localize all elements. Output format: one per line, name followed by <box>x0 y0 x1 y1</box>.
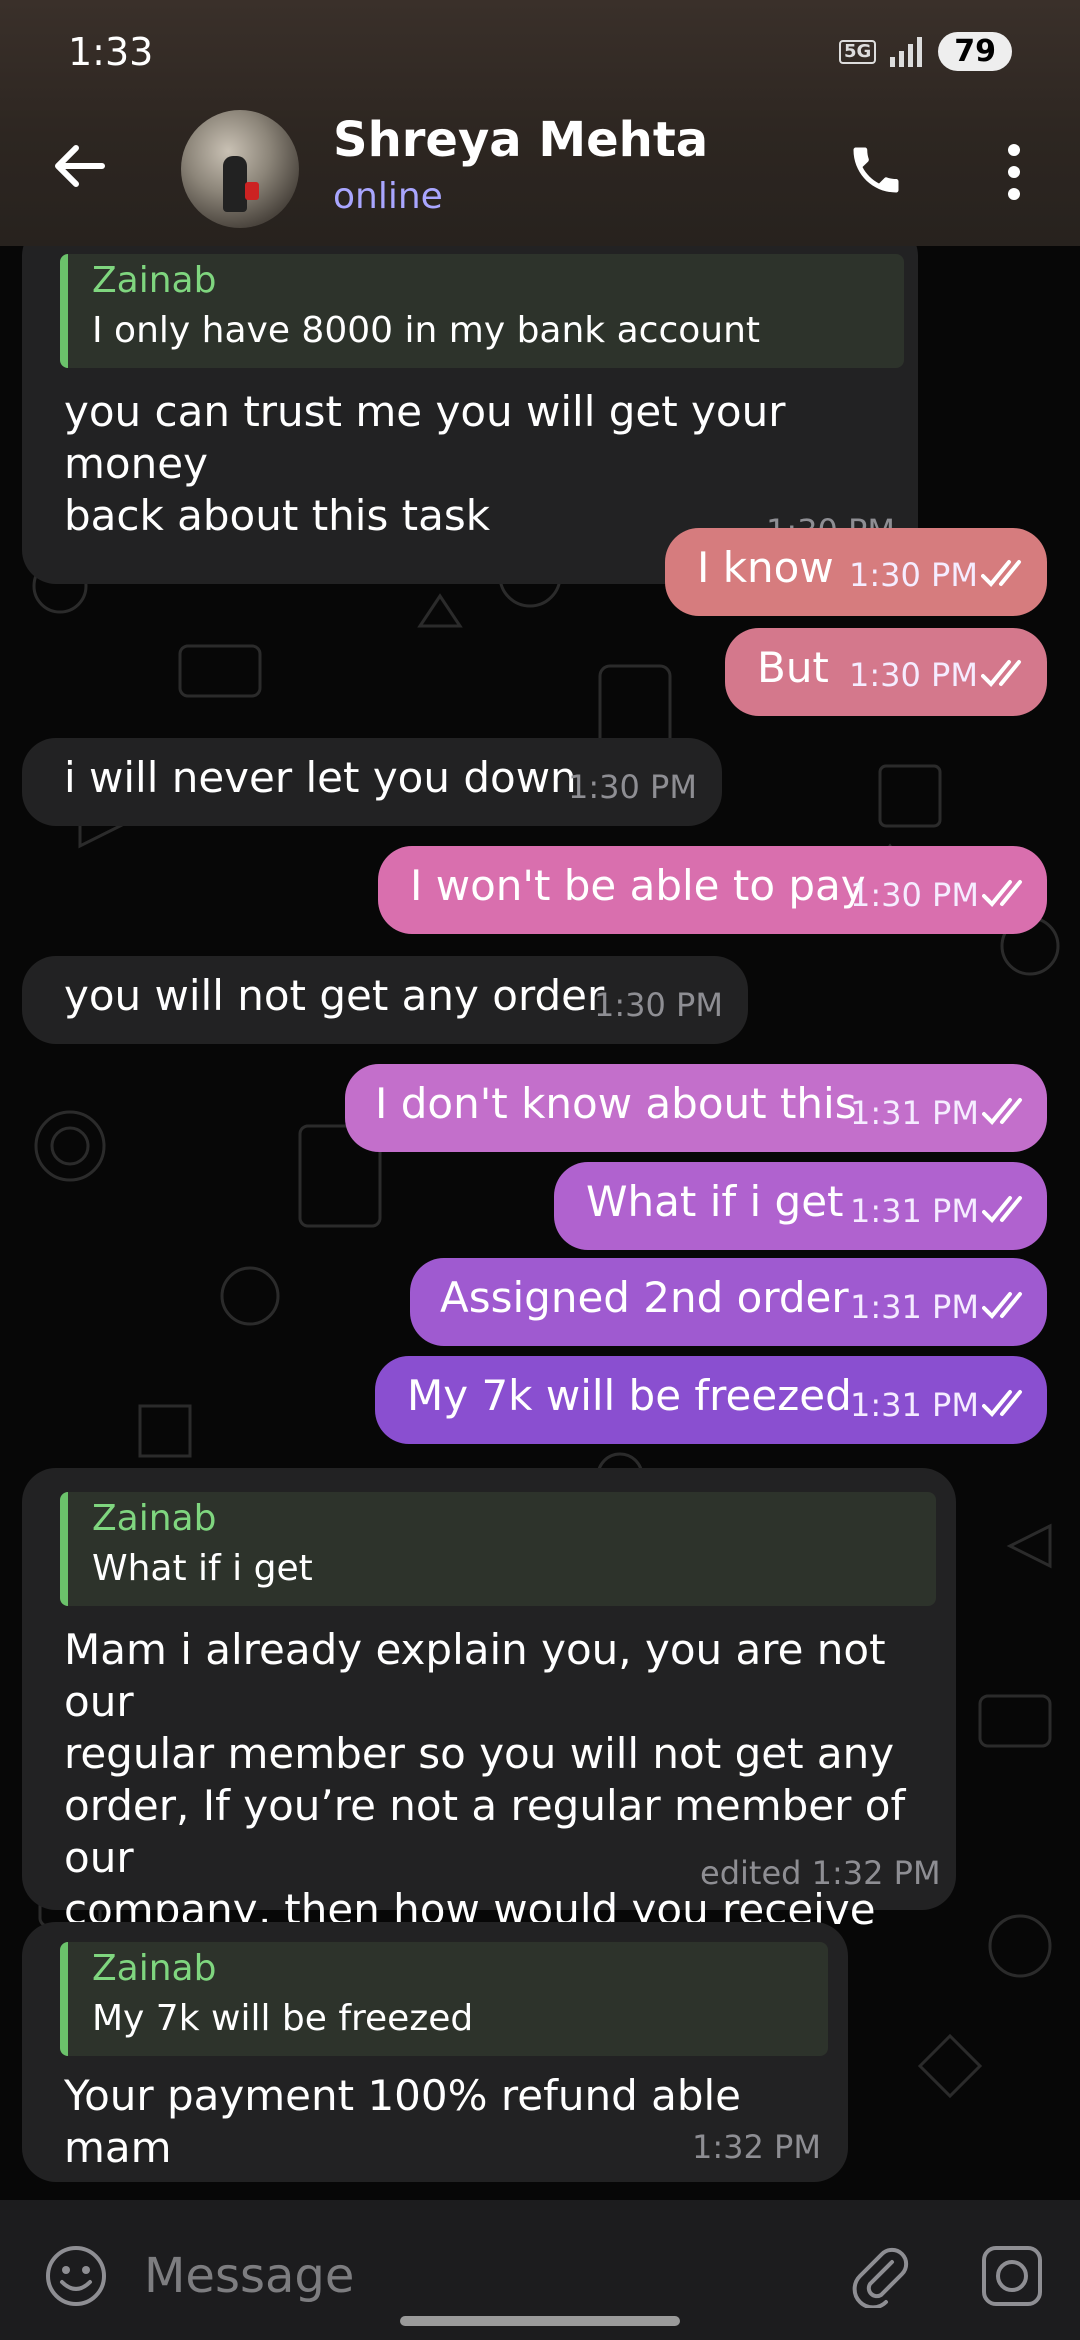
double-check-icon <box>982 1292 1022 1319</box>
quote-text: My 7k will be freezed <box>92 1998 474 2039</box>
message-time: 1:30 PM <box>850 876 979 914</box>
double-check-icon <box>982 1196 1022 1223</box>
chat-messages[interactable]: Zainab I only have 8000 in my bank accou… <box>0 246 1080 2200</box>
quote-text: I only have 8000 in my bank account <box>92 310 761 351</box>
reply-quote[interactable]: Zainab My 7k will be freezed <box>60 1942 828 2056</box>
back-arrow-icon[interactable] <box>50 136 110 196</box>
double-check-icon <box>982 1390 1022 1417</box>
message-text: I know <box>697 543 834 592</box>
message-bubble-outgoing[interactable]: But 1:30 PM <box>725 628 1047 716</box>
message-time: edited 1:32 PM <box>700 1854 941 1892</box>
double-check-icon <box>981 660 1021 687</box>
message-bubble-outgoing[interactable]: I don't know about this 1:31 PM <box>345 1064 1047 1152</box>
chat-header: 1:33 5G 79 Shreya Mehta online <box>0 0 1080 246</box>
reply-quote[interactable]: Zainab What if i get <box>60 1492 936 1606</box>
attach-icon[interactable] <box>848 2244 912 2308</box>
double-check-icon <box>982 1098 1022 1125</box>
message-time: 1:30 PM <box>594 986 723 1024</box>
message-text: My 7k will be freezed <box>407 1371 852 1420</box>
message-text: you will not get any order <box>64 971 605 1020</box>
status-icons: 5G 79 <box>838 32 1012 71</box>
quote-author: Zainab <box>92 1498 217 1539</box>
camera-icon[interactable] <box>980 2244 1044 2308</box>
message-time: 1:32 PM <box>692 2128 821 2166</box>
double-check-icon <box>981 560 1021 587</box>
message-time: 1:30 PM <box>568 768 697 806</box>
message-time: 1:30 PM <box>849 656 978 694</box>
battery-indicator: 79 <box>938 32 1012 71</box>
more-vert-icon[interactable] <box>1004 142 1024 202</box>
message-bubble-incoming[interactable]: you will not get any order 1:30 PM <box>22 956 748 1044</box>
emoji-icon[interactable] <box>44 2244 108 2308</box>
message-text: i will never let you down <box>64 753 577 802</box>
message-text: What if i get <box>586 1177 844 1226</box>
top-app-bar: Shreya Mehta online <box>0 106 1080 236</box>
message-bubble-outgoing[interactable]: My 7k will be freezed 1:31 PM <box>375 1356 1047 1444</box>
message-text: I don't know about this <box>375 1079 857 1128</box>
message-input[interactable]: Message <box>144 2248 354 2304</box>
message-text: But <box>757 643 829 692</box>
quote-text: What if i get <box>92 1548 313 1589</box>
message-bubble-outgoing[interactable]: Assigned 2nd order 1:31 PM <box>410 1258 1047 1346</box>
message-time: 1:31 PM <box>850 1094 979 1132</box>
message-time: 1:31 PM <box>850 1386 979 1424</box>
message-time: 1:31 PM <box>850 1192 979 1230</box>
double-check-icon <box>982 880 1022 907</box>
message-time: 1:30 PM <box>849 556 978 594</box>
message-bubble-outgoing[interactable]: I won't be able to pay 1:30 PM <box>378 846 1047 934</box>
quote-author: Zainab <box>92 1948 217 1989</box>
network-badge: 5G <box>838 39 877 64</box>
message-bubble-incoming[interactable]: i will never let you down 1:30 PM <box>22 738 722 826</box>
message-text: I won't be able to pay <box>410 861 866 910</box>
contact-status: online <box>333 176 443 217</box>
status-time: 1:33 <box>68 30 154 74</box>
phone-icon[interactable] <box>846 140 906 200</box>
quote-author: Zainab <box>92 260 217 301</box>
avatar[interactable] <box>181 110 299 228</box>
gesture-bar <box>400 2316 680 2326</box>
message-time: 1:31 PM <box>850 1288 979 1326</box>
message-bubble-outgoing[interactable]: What if i get 1:31 PM <box>554 1162 1047 1250</box>
message-bubble-incoming[interactable]: Zainab What if i get Mam i already expla… <box>22 1468 956 2038</box>
status-bar: 1:33 5G 79 <box>0 28 1080 78</box>
message-bubble-outgoing[interactable]: I know 1:30 PM <box>665 528 1047 616</box>
contact-name[interactable]: Shreya Mehta <box>333 112 708 168</box>
message-text: Assigned 2nd order <box>440 1273 849 1322</box>
signal-icon <box>890 36 923 67</box>
reply-quote[interactable]: Zainab I only have 8000 in my bank accou… <box>60 254 904 368</box>
message-bubble-incoming[interactable]: Zainab My 7k will be freezed Your paymen… <box>22 1922 848 2182</box>
